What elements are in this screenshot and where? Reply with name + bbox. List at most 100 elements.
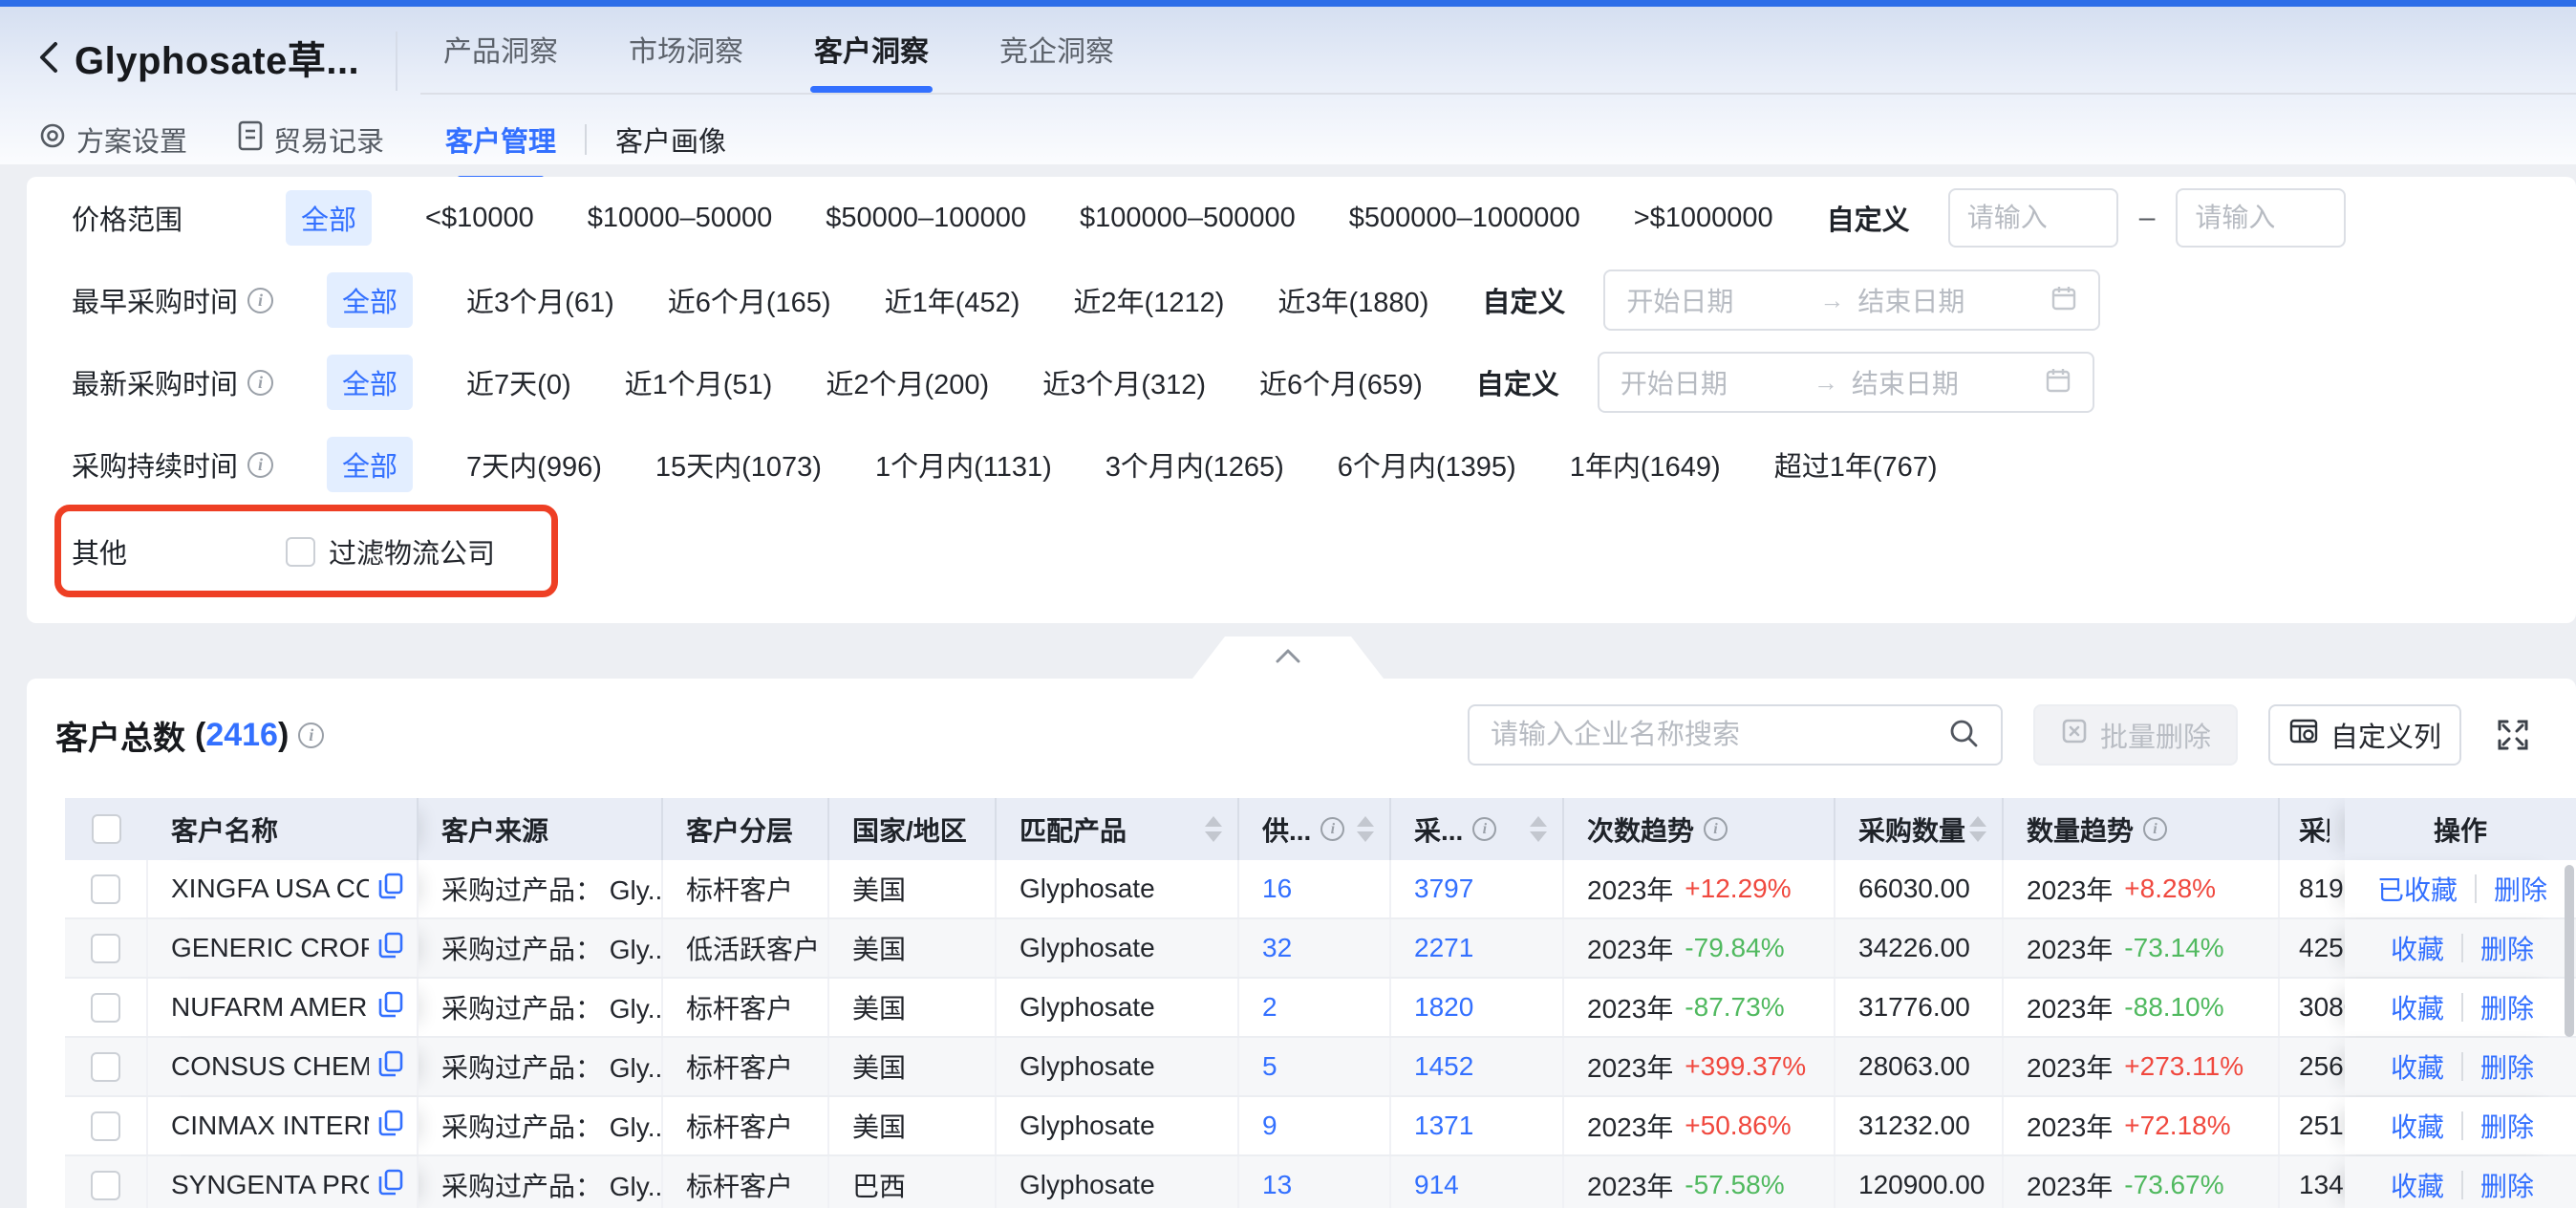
filter-option-selected[interactable]: 全部	[327, 355, 413, 410]
row-checkbox[interactable]	[91, 874, 120, 904]
info-icon[interactable]	[247, 288, 273, 313]
copy-icon[interactable]	[376, 990, 405, 1025]
info-icon[interactable]	[2143, 817, 2167, 841]
favorite-link[interactable]: 收藏	[2391, 1107, 2444, 1145]
subtab-customer-management[interactable]: 客户管理	[445, 119, 556, 167]
row-checkbox[interactable]	[91, 1052, 120, 1082]
date-range-picker[interactable]: 开始日期 结束日期	[1598, 352, 2094, 413]
row-checkbox[interactable]	[91, 1111, 120, 1141]
sort-icon[interactable]	[1530, 816, 1547, 842]
row-checkbox[interactable]	[91, 993, 120, 1023]
info-icon[interactable]	[247, 370, 273, 396]
subtab-customer-profile[interactable]: 客户画像	[615, 119, 726, 167]
filter-option[interactable]: 3个月内(1265)	[1106, 444, 1284, 485]
row-checkbox[interactable]	[91, 1171, 120, 1200]
delete-link[interactable]: 删除	[2480, 988, 2534, 1026]
delete-link[interactable]: 删除	[2480, 1107, 2534, 1145]
copy-icon[interactable]	[376, 1168, 405, 1203]
tab-customer-insight[interactable]: 客户洞察	[814, 33, 929, 87]
vertical-scrollbar[interactable]	[2565, 865, 2574, 1037]
filter-option[interactable]: 7天内(996)	[466, 444, 602, 485]
info-icon[interactable]	[1320, 817, 1344, 841]
delete-link[interactable]: 删除	[2480, 929, 2534, 967]
delete-link[interactable]: 删除	[2480, 1047, 2534, 1086]
favorite-link[interactable]: 收藏	[2391, 929, 2444, 967]
custom-range-label[interactable]: 自定义	[1827, 198, 1910, 238]
filter-option[interactable]: 近3个月(61)	[466, 280, 614, 320]
suppliers-count-link[interactable]: 9	[1262, 1111, 1277, 1141]
filter-option[interactable]: 近3个月(312)	[1042, 362, 1206, 402]
records-count-link[interactable]: 1820	[1414, 992, 1473, 1023]
filter-option[interactable]: 超过1年(767)	[1774, 444, 1938, 485]
filter-option[interactable]: 近1年(452)	[885, 280, 1020, 320]
batch-delete-button[interactable]: 批量删除	[2033, 704, 2238, 766]
price-max-input[interactable]	[2176, 188, 2346, 248]
fullscreen-icon[interactable]	[2492, 714, 2534, 756]
records-count-link[interactable]: 2271	[1414, 933, 1473, 963]
filter-option-selected[interactable]: 全部	[286, 190, 372, 246]
filter-option[interactable]: 近2年(1212)	[1073, 280, 1224, 320]
back-chevron-icon[interactable]	[36, 38, 61, 76]
trade-records-button[interactable]: 贸易记录	[237, 119, 384, 160]
info-icon[interactable]	[247, 452, 273, 478]
suppliers-count-link[interactable]: 2	[1262, 992, 1277, 1023]
price-min-input[interactable]	[1948, 188, 2118, 248]
filter-logistics-label[interactable]: 过滤物流公司	[329, 531, 495, 572]
favorite-link[interactable]: 已收藏	[2377, 870, 2458, 908]
select-all-checkbox[interactable]	[92, 814, 121, 844]
copy-icon[interactable]	[376, 1049, 405, 1085]
copy-icon[interactable]	[376, 1109, 405, 1144]
favorite-link[interactable]: 收藏	[2391, 1166, 2444, 1204]
records-count-link[interactable]: 1452	[1414, 1051, 1473, 1082]
filter-option[interactable]: 近7天(0)	[466, 362, 571, 402]
custom-date-label[interactable]: 自定义	[1476, 362, 1559, 402]
filter-option[interactable]: 15天内(1073)	[655, 444, 822, 485]
filter-option[interactable]: 近1个月(51)	[625, 362, 773, 402]
filter-option[interactable]: <$10000	[425, 203, 534, 234]
filter-logistics-checkbox[interactable]	[286, 537, 315, 567]
sort-icon[interactable]	[1969, 816, 1986, 842]
filter-option[interactable]: $10000–50000	[588, 203, 773, 234]
custom-columns-button[interactable]: 自定义列	[2268, 704, 2461, 766]
filter-option[interactable]: 近3年(1880)	[1277, 280, 1428, 320]
filter-option[interactable]: 1个月内(1131)	[875, 444, 1052, 485]
filter-option[interactable]: 近2个月(200)	[826, 362, 989, 402]
suppliers-count-link[interactable]: 13	[1262, 1170, 1292, 1200]
plan-settings-button[interactable]: 方案设置	[38, 119, 187, 160]
sort-icon[interactable]	[1357, 816, 1374, 842]
sort-icon[interactable]	[1205, 816, 1222, 842]
filter-option[interactable]: >$1000000	[1634, 203, 1773, 234]
info-icon[interactable]	[298, 723, 324, 748]
row-checkbox[interactable]	[91, 934, 120, 963]
copy-icon[interactable]	[376, 931, 405, 966]
company-search-input[interactable]	[1491, 720, 1947, 751]
filter-option[interactable]: $500000–1000000	[1349, 203, 1580, 234]
delete-link[interactable]: 删除	[2480, 1166, 2534, 1204]
suppliers-count-link[interactable]: 16	[1262, 874, 1292, 904]
collapse-filters-button[interactable]	[1192, 636, 1384, 679]
search-icon[interactable]	[1947, 717, 1980, 754]
suppliers-count-link[interactable]: 5	[1262, 1051, 1277, 1082]
filter-option[interactable]: 1年内(1649)	[1570, 444, 1721, 485]
records-count-link[interactable]: 914	[1414, 1170, 1459, 1200]
filter-option[interactable]: $100000–500000	[1080, 203, 1296, 234]
copy-icon[interactable]	[376, 872, 405, 907]
favorite-link[interactable]: 收藏	[2391, 988, 2444, 1026]
filter-option[interactable]: 近6个月(165)	[668, 280, 831, 320]
filter-option[interactable]: $50000–100000	[826, 203, 1026, 234]
info-icon[interactable]	[1472, 817, 1496, 841]
filter-option[interactable]: 近6个月(659)	[1259, 362, 1423, 402]
tab-competitor-insight[interactable]: 竞企洞察	[999, 33, 1114, 87]
tab-product-insight[interactable]: 产品洞察	[443, 33, 558, 87]
filter-option[interactable]: 6个月内(1395)	[1338, 444, 1516, 485]
filter-option-selected[interactable]: 全部	[327, 272, 413, 328]
filter-option-selected[interactable]: 全部	[327, 437, 413, 492]
info-icon[interactable]	[1704, 817, 1728, 841]
tab-market-insight[interactable]: 市场洞察	[629, 33, 743, 87]
date-range-picker[interactable]: 开始日期 结束日期	[1603, 270, 2100, 331]
records-count-link[interactable]: 1371	[1414, 1111, 1473, 1141]
favorite-link[interactable]: 收藏	[2391, 1047, 2444, 1086]
records-count-link[interactable]: 3797	[1414, 874, 1473, 904]
delete-link[interactable]: 删除	[2494, 870, 2547, 908]
suppliers-count-link[interactable]: 32	[1262, 933, 1292, 963]
